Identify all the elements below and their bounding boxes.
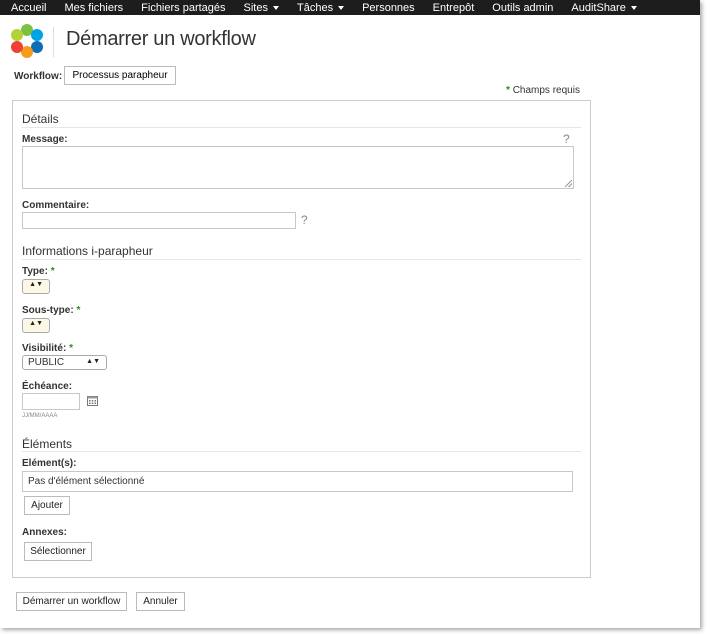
visibility-select[interactable]: PUBLIC ▲▼ <box>22 355 107 370</box>
visibility-label: Visibilité: * <box>22 343 73 354</box>
type-label-text: Type: <box>22 266 48 277</box>
subtype-label-text: Sous-type: <box>22 305 74 316</box>
section-divider <box>22 259 581 260</box>
nav-item-auditshare[interactable]: AuditShare <box>571 1 637 14</box>
elements-field: Pas d'élément sélectionné <box>22 471 573 492</box>
type-select[interactable]: ▲▼ <box>22 279 50 294</box>
annexes-label: Annexes: <box>22 527 68 538</box>
required-star: * <box>50 266 55 277</box>
nav-item-label: Outils admin <box>492 1 554 14</box>
comment-input[interactable] <box>22 212 296 229</box>
workflow-select-button[interactable]: Processus parapheur <box>64 66 176 85</box>
message-help-icon[interactable]: ? <box>563 132 570 146</box>
calendar-icon[interactable] <box>87 396 98 406</box>
required-star: * <box>506 85 510 96</box>
required-star: * <box>69 343 73 354</box>
required-note-text: Champs requis <box>512 85 580 96</box>
caret-down-icon <box>630 6 637 10</box>
caret-down-icon <box>273 6 279 10</box>
section-divider <box>22 451 581 452</box>
section-title-parapheur: Informations i-parapheur <box>22 244 153 258</box>
nav-item-label: Mes fichiers <box>64 1 124 14</box>
nav-item-outils-admin[interactable]: Outils admin <box>492 2 553 14</box>
message-label: Message: <box>22 134 68 145</box>
nav-item-accueil[interactable]: Accueil <box>11 2 46 14</box>
nav-item-label: Sites <box>243 1 268 14</box>
nav-item-label: Fichiers partagés <box>141 1 226 14</box>
window-frame: Accueil Mes fichiers Fichiers partagés S… <box>0 0 700 628</box>
start-workflow-button[interactable]: Démarrer un workflow <box>16 592 127 611</box>
nav-item-label: Personnes <box>362 1 415 14</box>
section-divider <box>22 127 581 128</box>
nav-item-label: Tâches <box>297 1 334 14</box>
page-header: Démarrer un workflow <box>0 15 700 60</box>
workflow-label: Workflow: <box>14 71 63 82</box>
nav-item-fichiers-partages[interactable]: Fichiers partagés <box>141 2 225 14</box>
visibility-label-text: Visibilité: <box>22 343 67 354</box>
required-star: * <box>76 305 81 316</box>
caret-down-icon <box>338 6 345 10</box>
top-navigation-bar: Accueil Mes fichiers Fichiers partagés S… <box>0 0 700 15</box>
nav-item-label: Accueil <box>11 1 47 14</box>
message-textarea[interactable] <box>22 146 574 189</box>
select-annexes-button[interactable]: Sélectionner <box>24 542 92 561</box>
deadline-label: Échéance: <box>22 381 73 392</box>
required-fields-note: * Champs requis <box>506 85 580 96</box>
comment-label: Commentaire: <box>22 200 90 211</box>
workflow-form: Détails Message: ? Commentaire: ? Inform… <box>12 100 591 578</box>
date-format-hint: JJ/MM/AAAA <box>22 413 58 419</box>
resize-handle-icon[interactable] <box>565 180 572 187</box>
type-label: Type: * <box>22 266 55 277</box>
nav-item-personnes[interactable]: Personnes <box>362 2 415 14</box>
select-arrows-icon: ▲▼ <box>29 320 43 327</box>
select-arrows-icon: ▲▼ <box>29 281 43 288</box>
select-arrows-icon: ▲▼ <box>86 358 100 365</box>
deadline-date-input[interactable] <box>22 393 80 410</box>
page-title: Démarrer un workflow <box>66 28 256 50</box>
cancel-button[interactable]: Annuler <box>136 592 185 611</box>
nav-item-entrepot[interactable]: Entrepôt <box>433 2 475 14</box>
comment-help-icon[interactable]: ? <box>301 213 308 227</box>
visibility-value: PUBLIC <box>28 357 65 368</box>
subtype-label: Sous-type: * <box>22 305 80 316</box>
section-title-elements: Éléments <box>22 437 73 451</box>
nav-item-label: Entrepôt <box>432 1 475 14</box>
subtype-select[interactable]: ▲▼ <box>22 318 50 333</box>
nav-item-label: AuditShare <box>571 1 626 14</box>
nav-item-taches[interactable]: Tâches <box>297 1 345 14</box>
header-divider <box>53 27 54 57</box>
add-element-button[interactable]: Ajouter <box>24 496 70 515</box>
nav-item-mes-fichiers[interactable]: Mes fichiers <box>64 2 123 14</box>
nav-item-sites[interactable]: Sites <box>244 2 279 14</box>
elements-label: Elément(s): <box>22 458 77 469</box>
section-title-details: Détails <box>22 112 59 126</box>
alfresco-logo-icon[interactable] <box>10 24 44 58</box>
